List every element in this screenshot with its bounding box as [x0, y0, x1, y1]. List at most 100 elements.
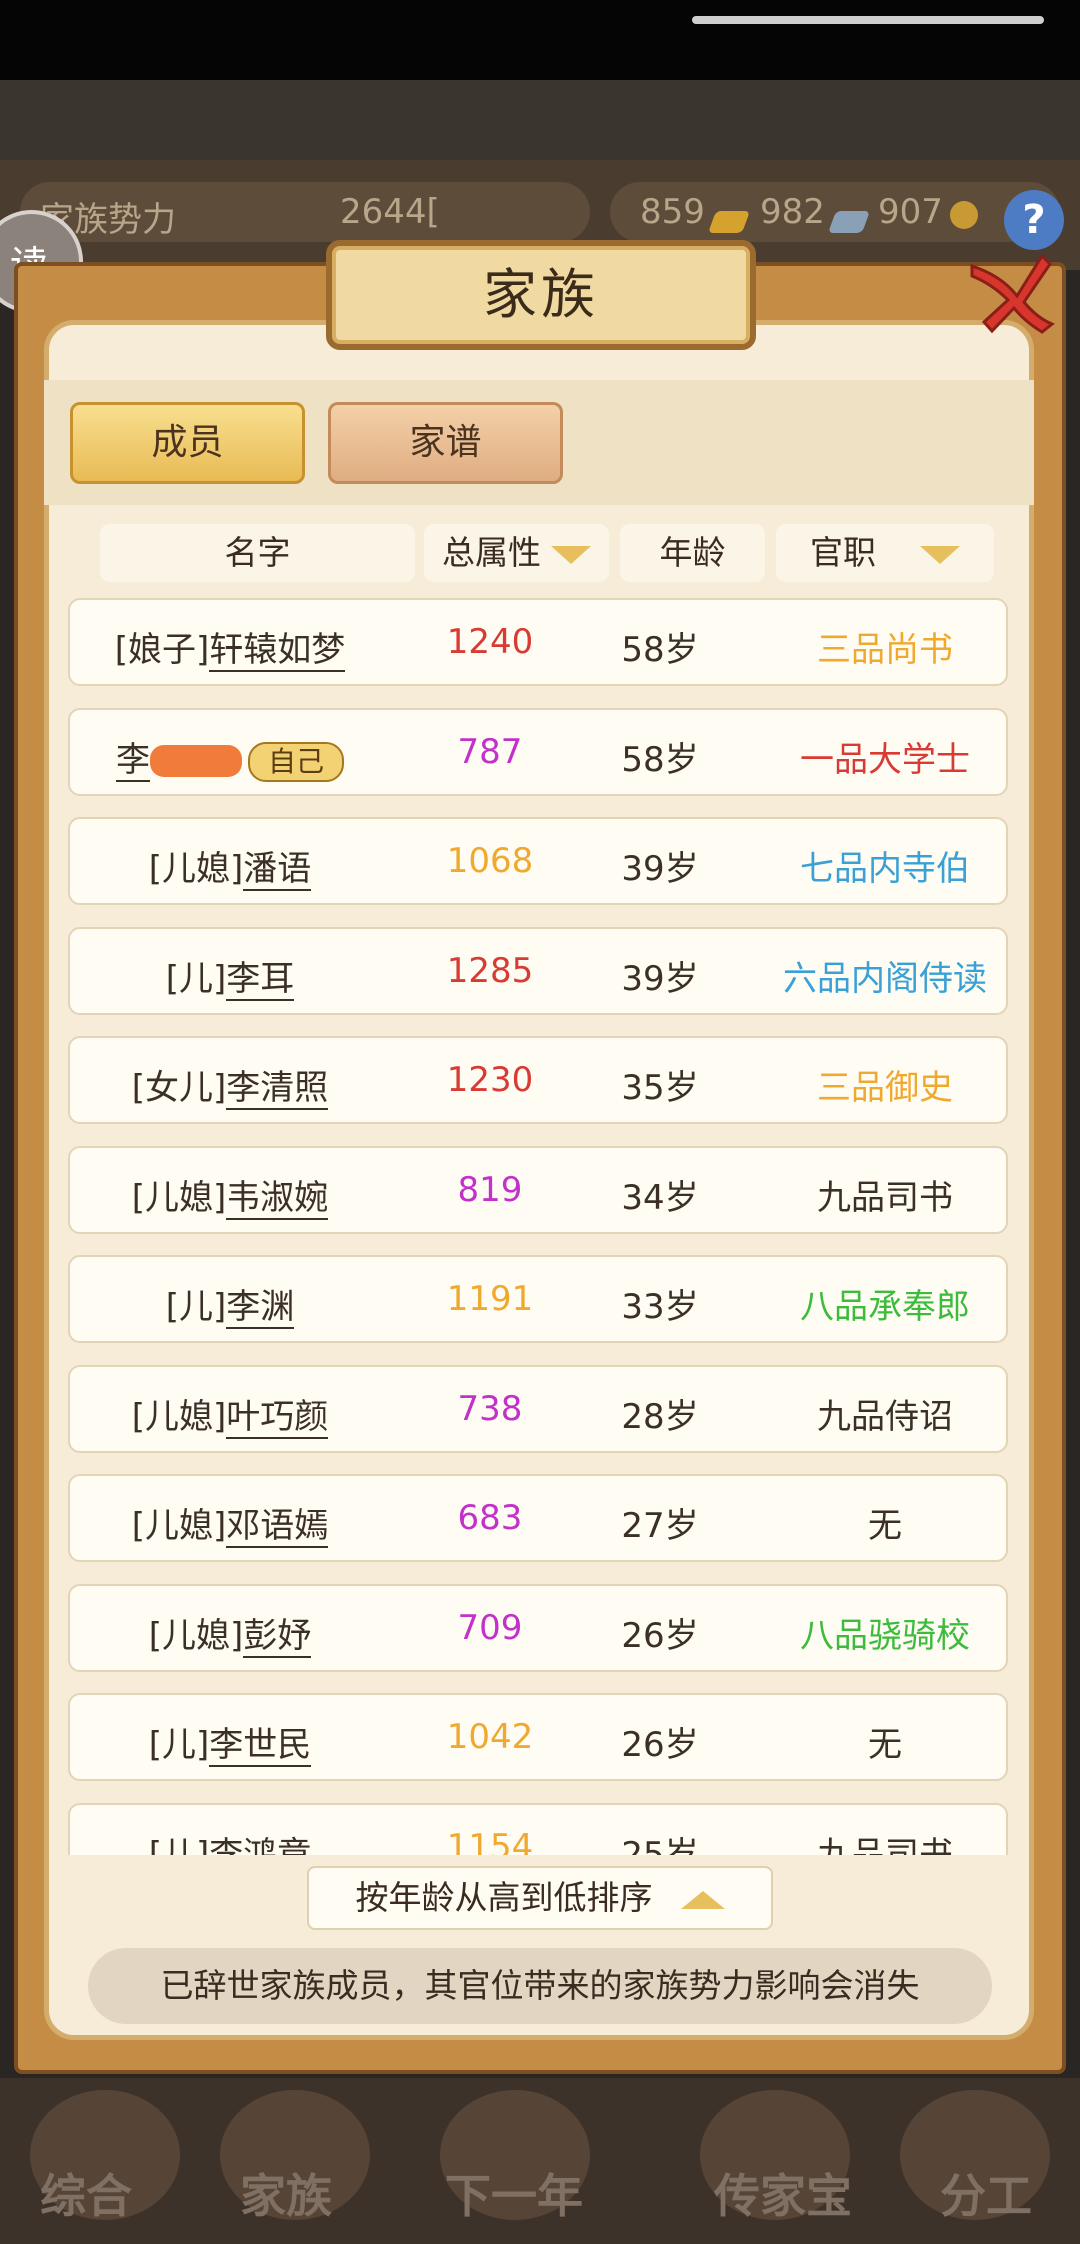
member-name-link[interactable]: 轩辕如梦: [209, 630, 346, 672]
member-name-link[interactable]: 潘语: [243, 849, 312, 891]
member-name-cell: 李 自己: [70, 732, 390, 782]
sort-button-label: 按年龄从高到低排序: [355, 1878, 653, 1917]
member-office: 九品司书: [817, 1834, 953, 1856]
member-total-attr: 1240: [446, 622, 534, 662]
member-name-link[interactable]: 李渊: [226, 1287, 295, 1329]
member-relation: [儿]: [148, 1834, 210, 1856]
column-header-total-attr[interactable]: 总属性: [424, 524, 609, 582]
member-name-cell: [儿媳]韦淑婉: [70, 1170, 390, 1220]
member-name-link[interactable]: 彭妤: [243, 1615, 312, 1658]
member-name-cell: [儿媳]彭妤: [70, 1608, 390, 1658]
member-name-link[interactable]: 邓语嫣: [226, 1506, 329, 1548]
member-relation: [儿]: [165, 1287, 227, 1327]
gesture-bar: [692, 16, 1044, 24]
member-name-link[interactable]: 叶巧颜: [226, 1396, 329, 1439]
member-total-attr: 1154: [446, 1826, 534, 1856]
member-relation: [儿]: [165, 958, 227, 999]
member-office: 一品大学士: [800, 739, 970, 780]
member-office: 八品骁骑校: [800, 1615, 970, 1656]
nav-overview[interactable]: 综合: [40, 2160, 132, 2226]
member-relation: [儿媳]: [131, 1506, 227, 1546]
member-relation: [儿媳]: [131, 1177, 227, 1218]
member-name-cell: [娘子]轩辕如梦: [70, 622, 390, 672]
column-header-age[interactable]: 年龄: [620, 524, 765, 582]
member-office: 八品承奉郎: [800, 1287, 970, 1327]
member-total-attr: 738: [457, 1388, 523, 1429]
member-name-cell: [儿媳]潘语: [70, 841, 390, 891]
member-total-attr: 1068: [446, 841, 534, 881]
column-header-office[interactable]: 官职: [776, 524, 994, 582]
member-row[interactable]: [儿]李世民 1042 26岁 无: [68, 1693, 1008, 1781]
filter-down-icon: [920, 545, 960, 564]
member-list: [娘子]轩辕如梦 1240 58岁 三品尚书李自己 787 58岁 一品大学士 [儿媳]潘语 1…: [44, 590, 1034, 1855]
silver-amount: 982: [760, 192, 825, 232]
dialog-title: 家族: [483, 263, 599, 326]
member-total-attr: 1042: [446, 1717, 534, 1757]
tab-members[interactable]: 成员: [70, 402, 305, 484]
family-power-value: 2644[: [340, 192, 440, 232]
member-row[interactable]: [娘子]轩辕如梦 1240 58岁 三品尚书: [68, 598, 1008, 686]
member-name-link[interactable]: 李耳: [226, 958, 295, 1001]
member-total-attr: 787: [457, 731, 523, 772]
member-office: 六品内阁侍读: [783, 958, 987, 999]
member-total-attr: 1230: [446, 1060, 534, 1100]
nav-heirloom[interactable]: 传家宝: [714, 2160, 852, 2226]
member-age: 26岁: [621, 1615, 699, 1656]
member-name-link[interactable]: 李清照: [226, 1068, 329, 1110]
coin-amount: 907: [878, 192, 943, 232]
member-office: 三品御史: [817, 1068, 953, 1108]
column-header-name[interactable]: 名字: [100, 524, 415, 582]
member-row[interactable]: [儿]李渊 1191 33岁 八品承奉郎: [68, 1255, 1008, 1343]
member-name-cell: [儿]李耳: [70, 951, 390, 1001]
member-age: 39岁: [621, 849, 699, 889]
currency-panel: 859 982 907: [610, 182, 1060, 242]
member-name-link[interactable]: 李鸿章: [209, 1834, 312, 1855]
member-age: 34岁: [621, 1177, 699, 1218]
member-total-attr: 709: [457, 1607, 523, 1648]
member-row[interactable]: [女儿]李清照 1230 35岁 三品御史: [68, 1036, 1008, 1124]
coin-icon: [950, 198, 978, 238]
member-name-cell: [女儿]李清照: [70, 1060, 390, 1110]
member-total-attr: 1285: [446, 950, 534, 991]
status-bar: [0, 0, 1080, 80]
member-total-attr: 1191: [446, 1279, 534, 1319]
member-row[interactable]: [儿媳]韦淑婉 819 34岁 九品司书: [68, 1145, 1008, 1234]
member-row[interactable]: [儿媳]叶巧颜 738 28岁 九品侍诏: [68, 1364, 1008, 1453]
member-age: 25岁: [621, 1834, 699, 1856]
member-relation: [娘子]: [114, 630, 210, 670]
member-name-link[interactable]: 李世民: [209, 1725, 312, 1767]
member-office: 无: [868, 1506, 902, 1546]
self-badge: 自己: [247, 741, 344, 782]
column-age-label: 年龄: [659, 533, 726, 572]
member-name-cell: [儿]李世民: [70, 1717, 390, 1767]
nav-family[interactable]: 家族: [240, 2160, 332, 2226]
member-age: 27岁: [621, 1506, 699, 1546]
member-age: 39岁: [621, 958, 699, 999]
tab-family-tree[interactable]: 家谱: [328, 402, 563, 484]
member-name-cell: [儿媳]叶巧颜: [70, 1389, 390, 1439]
member-row[interactable]: [儿媳]邓语嫣 683 27岁 无: [68, 1474, 1008, 1562]
sort-down-icon: [551, 545, 591, 564]
member-age: 58岁: [621, 739, 699, 780]
member-name-link[interactable]: 李: [115, 739, 150, 782]
member-office: 九品司书: [817, 1177, 953, 1218]
close-icon[interactable]: [962, 236, 1062, 336]
sort-by-age-button[interactable]: 按年龄从高到低排序: [307, 1866, 773, 1930]
silver-ingot-icon: [827, 202, 871, 242]
member-office: 九品侍诏: [817, 1396, 953, 1437]
member-age: 26岁: [621, 1725, 699, 1765]
member-row[interactable]: [儿]李耳 1285 39岁 六品内阁侍读: [68, 926, 1008, 1015]
member-total-attr: 819: [457, 1169, 523, 1210]
member-row[interactable]: 李 自己 787 58岁 一品大学士: [68, 707, 1008, 796]
member-row[interactable]: [儿媳]彭妤 709 26岁 八品骁骑校: [68, 1583, 1008, 1672]
background-strip: [0, 80, 1080, 160]
member-name-link[interactable]: 韦淑婉: [226, 1177, 329, 1220]
member-row[interactable]: [儿]李鸿章 1154 25岁 九品司书: [68, 1802, 1008, 1856]
member-row[interactable]: [儿媳]潘语 1068 39岁 七品内寺伯: [68, 817, 1008, 905]
member-age: 58岁: [621, 630, 699, 670]
member-age: 28岁: [621, 1396, 699, 1437]
nav-next-year[interactable]: 下一年: [445, 2160, 583, 2226]
member-age: 33岁: [621, 1287, 699, 1327]
member-name-cell: [儿]李渊: [70, 1279, 390, 1329]
nav-division[interactable]: 分工: [940, 2160, 1032, 2226]
